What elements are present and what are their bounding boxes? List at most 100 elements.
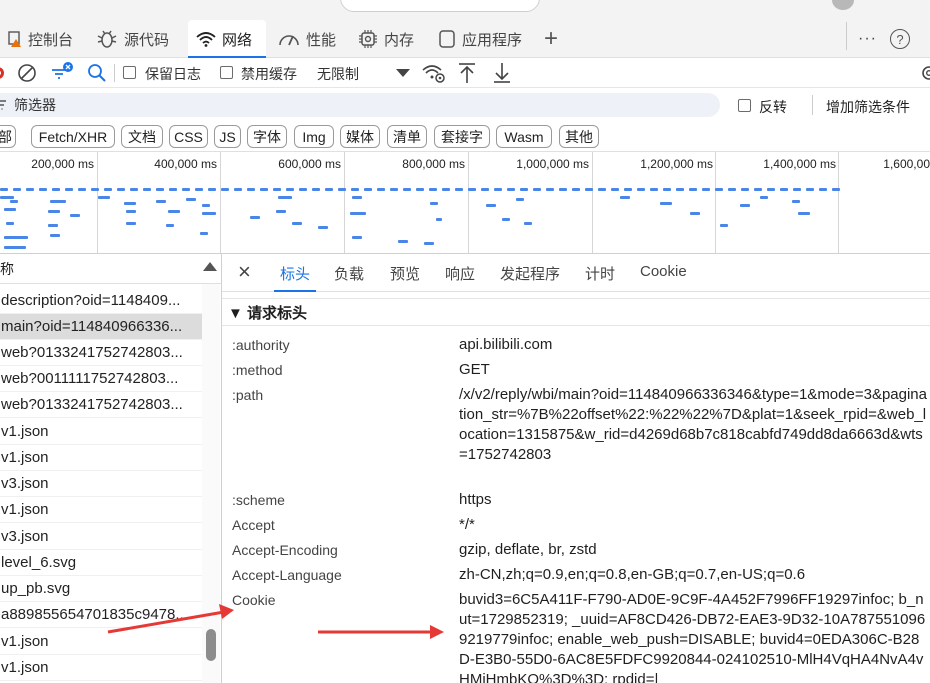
scrollbar-thumb[interactable] bbox=[206, 629, 216, 661]
more-filters-button[interactable]: 增加筛选条件 bbox=[826, 97, 910, 117]
request-row[interactable]: v1.json bbox=[0, 655, 202, 681]
timeline-tick: 1,000,000 ms bbox=[516, 157, 589, 171]
tab-timing[interactable]: 计时 bbox=[585, 263, 615, 284]
request-name: web?0011111752742803... bbox=[1, 370, 179, 387]
type-filter-label: 字体 bbox=[253, 128, 281, 145]
type-filter-label: CSS bbox=[174, 128, 203, 145]
request-row[interactable]: v1.json bbox=[0, 419, 202, 445]
more-tabs-button[interactable]: ··· bbox=[858, 20, 877, 58]
request-list-scrollbar[interactable] bbox=[202, 284, 220, 683]
throttling-select[interactable]: 无限制 bbox=[317, 64, 359, 84]
type-filter-js[interactable]: JS bbox=[214, 125, 241, 148]
request-row[interactable]: v3.json bbox=[0, 524, 202, 550]
record-icon[interactable] bbox=[0, 65, 8, 81]
upload-icon[interactable] bbox=[458, 62, 476, 84]
request-row[interactable]: v1.json bbox=[0, 629, 202, 655]
tab-cookies[interactable]: Cookie bbox=[640, 263, 687, 280]
timeline-request-bar bbox=[4, 246, 26, 249]
tab-headers[interactable]: 标头 bbox=[273, 263, 317, 292]
tab-sources[interactable]: 源代码 bbox=[88, 20, 177, 58]
tab-console[interactable]: 控制台 bbox=[0, 20, 81, 58]
request-row[interactable]: up_pb.svg bbox=[0, 576, 202, 602]
type-filter-wasm[interactable]: Wasm bbox=[496, 125, 552, 148]
timeline-request-bar bbox=[720, 224, 728, 227]
scroll-up-arrow-icon[interactable] bbox=[203, 262, 217, 271]
request-row[interactable]: web?0133241752742803... bbox=[0, 340, 202, 366]
type-filter-fetch-xhr[interactable]: Fetch/XHR bbox=[31, 125, 115, 148]
request-row[interactable]: v3.json bbox=[0, 471, 202, 497]
filter-input[interactable]: 筛选器 bbox=[0, 93, 720, 117]
request-headers-section-toggle[interactable]: ▼ 请求标头 bbox=[222, 298, 930, 326]
chevron-down-icon[interactable] bbox=[396, 69, 410, 78]
type-filter-label: JS bbox=[219, 128, 236, 145]
timeline-request-bar bbox=[702, 188, 710, 191]
help-button[interactable]: ? bbox=[890, 20, 910, 58]
timeline-request-bar bbox=[524, 222, 532, 225]
tab-application[interactable]: 应用程序 bbox=[430, 20, 530, 58]
timeline-request-bar bbox=[195, 188, 203, 191]
invert-checkbox[interactable] bbox=[738, 99, 751, 112]
type-filter-css[interactable]: CSS bbox=[169, 125, 208, 148]
close-details-button[interactable]: × bbox=[238, 259, 251, 285]
download-icon[interactable] bbox=[493, 62, 511, 84]
add-tab-button[interactable]: + bbox=[536, 20, 566, 58]
request-row[interactable]: level_6.svg bbox=[0, 550, 202, 576]
tab-memory[interactable]: 内存 bbox=[350, 20, 422, 58]
request-row[interactable]: web?0133241752742803... bbox=[0, 392, 202, 418]
request-row[interactable]: v1.json bbox=[0, 497, 202, 523]
header-name: :path bbox=[232, 387, 264, 403]
timeline-request-bar bbox=[559, 188, 567, 191]
timeline-request-bar bbox=[91, 188, 99, 191]
timeline-request-bar bbox=[156, 200, 166, 203]
header-value: */* bbox=[459, 516, 475, 533]
timeline-request-bar bbox=[168, 210, 180, 213]
type-filter-doc[interactable]: 文档 bbox=[121, 125, 163, 148]
network-conditions-icon[interactable] bbox=[422, 63, 446, 83]
network-overview-timeline[interactable]: 200,000 ms 400,000 ms 600,000 ms 800,000… bbox=[0, 152, 930, 254]
request-row[interactable]: a889855654701835c9478... bbox=[0, 602, 202, 628]
type-filter-socket[interactable]: 套接字 bbox=[434, 125, 490, 148]
request-row[interactable]: v1.json bbox=[0, 445, 202, 471]
timeline-request-bar bbox=[430, 202, 438, 205]
type-filter-media[interactable]: 媒体 bbox=[340, 125, 380, 148]
settings-gear-icon[interactable] bbox=[920, 64, 930, 82]
tab-performance[interactable]: 性能 bbox=[270, 20, 344, 58]
type-filter-img[interactable]: Img bbox=[294, 125, 334, 148]
timeline-request-bar bbox=[286, 188, 294, 191]
toolbar-divider bbox=[114, 64, 115, 82]
clear-icon[interactable] bbox=[17, 63, 37, 83]
type-filter-all[interactable]: 部 bbox=[0, 125, 16, 148]
timeline-request-bar bbox=[247, 188, 255, 191]
profile-avatar[interactable] bbox=[832, 0, 854, 10]
type-filter-manifest[interactable]: 清单 bbox=[387, 125, 427, 148]
timeline-request-bar bbox=[455, 188, 463, 191]
header-name: Accept-Encoding bbox=[232, 542, 338, 558]
request-row[interactable]: web?0011111752742803... bbox=[0, 366, 202, 392]
tab-payload[interactable]: 负载 bbox=[334, 263, 364, 284]
timeline-request-bar bbox=[767, 188, 775, 191]
request-list: 称 description?oid=1148409... main?oid=11… bbox=[0, 254, 222, 683]
type-filter-font[interactable]: 字体 bbox=[247, 125, 287, 148]
timeline-request-bar bbox=[126, 222, 136, 225]
request-name: v3.json bbox=[1, 528, 49, 545]
preserve-log-checkbox[interactable] bbox=[123, 66, 136, 79]
timeline-request-bar bbox=[6, 222, 14, 225]
timeline-request-bar bbox=[276, 210, 286, 213]
timeline-request-bar bbox=[364, 188, 372, 191]
filter-toggle-icon[interactable] bbox=[50, 61, 74, 83]
type-filter-other[interactable]: 其他 bbox=[559, 125, 599, 148]
request-row[interactable]: description?oid=1148409... bbox=[0, 288, 202, 314]
timeline-tick: 800,000 ms bbox=[402, 157, 465, 171]
disable-cache-checkbox[interactable] bbox=[220, 66, 233, 79]
tab-response[interactable]: 响应 bbox=[445, 263, 475, 284]
tab-preview[interactable]: 预览 bbox=[390, 263, 420, 284]
search-icon[interactable] bbox=[87, 63, 107, 83]
tab-network[interactable]: 网络 bbox=[188, 20, 266, 58]
timeline-request-bar bbox=[806, 188, 814, 191]
tab-initiator[interactable]: 发起程序 bbox=[500, 263, 560, 284]
header-value: /x/v2/reply/wbi/main?oid=114840966336346… bbox=[459, 386, 927, 463]
name-column-header[interactable]: 称 bbox=[0, 254, 221, 284]
request-row-selected[interactable]: main?oid=114840966336... bbox=[0, 314, 202, 340]
timeline-request-bar bbox=[350, 212, 366, 215]
help-icon: ? bbox=[890, 29, 910, 49]
